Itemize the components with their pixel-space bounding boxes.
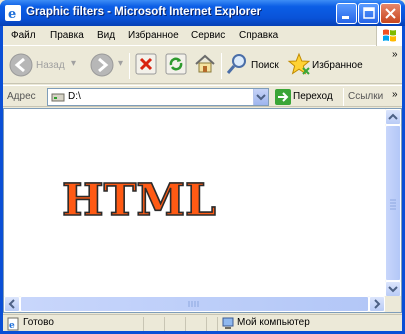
close-icon	[385, 8, 396, 19]
address-label: Адрес	[7, 91, 36, 102]
search-icon[interactable]	[225, 52, 249, 76]
menu-favorites[interactable]: Избранное	[128, 30, 179, 41]
html-heading: HTML	[61, 177, 217, 223]
chevron-right-icon	[374, 299, 381, 309]
address-dropdown-button[interactable]	[253, 89, 268, 105]
status-cell	[164, 317, 184, 331]
menu-help[interactable]: Справка	[239, 30, 278, 41]
scrollbar-corner	[385, 296, 401, 312]
internet-explorer-icon: e	[5, 5, 21, 21]
address-value[interactable]: D:\	[68, 91, 81, 102]
close-button[interactable]	[380, 3, 401, 24]
toolbar-separator	[221, 53, 222, 79]
window-title: Graphic filters - Microsoft Internet Exp…	[26, 6, 262, 18]
vertical-scroll-thumb[interactable]	[385, 125, 401, 281]
address-input[interactable]: D:\	[47, 88, 269, 106]
back-icon[interactable]	[8, 52, 34, 78]
maximize-icon	[363, 7, 375, 19]
grip-icon	[188, 301, 199, 307]
page-done-icon: e	[7, 317, 19, 331]
forward-icon[interactable]	[89, 52, 115, 78]
links-toolbar[interactable]: Ссылки	[348, 91, 383, 102]
forward-dropdown-icon[interactable]: ▾	[118, 58, 123, 69]
minimize-icon	[342, 16, 349, 19]
menu-view[interactable]: Вид	[97, 30, 115, 41]
back-button-label[interactable]: Назад	[36, 60, 65, 71]
chevron-left-icon	[8, 299, 15, 309]
stop-icon[interactable]	[134, 52, 158, 76]
title-bar[interactable]: e Graphic filters - Microsoft Internet E…	[0, 0, 405, 26]
svg-text:e: e	[9, 321, 15, 331]
go-arrow-icon[interactable]	[275, 89, 291, 105]
address-bar: Адрес D:\ Переход Ссылки »	[3, 85, 402, 107]
horizontal-scroll-thumb[interactable]	[20, 296, 369, 312]
status-cell	[185, 317, 205, 331]
maximize-button[interactable]	[358, 3, 379, 24]
scroll-up-button[interactable]	[385, 109, 401, 125]
home-icon[interactable]	[193, 52, 217, 76]
grip-icon	[390, 199, 396, 210]
favorites-button-label[interactable]: Избранное	[312, 60, 363, 71]
links-overflow-chevron-icon[interactable]: »	[392, 89, 398, 100]
addressbar-separator	[343, 88, 344, 106]
refresh-icon[interactable]	[164, 52, 188, 76]
go-button[interactable]: Переход	[293, 91, 333, 102]
scroll-down-button[interactable]	[385, 281, 401, 297]
html-heading-text: HTML	[62, 177, 216, 223]
chevron-down-icon	[256, 94, 266, 101]
windows-logo	[376, 26, 402, 46]
menu-tools[interactable]: Сервис	[191, 30, 225, 41]
menu-bar: Файл Правка Вид Избранное Сервис Справка	[3, 26, 402, 46]
svg-text:e: e	[8, 7, 16, 21]
standard-toolbar: Назад ▾ ▾ Поиск Избранное »	[3, 47, 402, 84]
toolbar-separator	[129, 53, 130, 79]
back-dropdown-icon[interactable]: ▾	[71, 58, 76, 69]
windows-flag-icon	[383, 29, 396, 42]
window-client: Файл Правка Вид Избранное Сервис Справка…	[3, 26, 402, 331]
search-button-label[interactable]: Поиск	[251, 60, 279, 71]
status-bar: e Готово Мой компьютер	[3, 314, 402, 331]
page-content: HTML	[3, 108, 402, 313]
my-computer-icon	[222, 317, 234, 329]
status-cell	[143, 317, 163, 331]
horizontal-scrollbar[interactable]	[4, 296, 385, 312]
security-zone-cell: Мой компьютер	[217, 317, 402, 331]
browser-window: e Graphic filters - Microsoft Internet E…	[0, 0, 405, 334]
favorites-star-icon[interactable]	[287, 52, 311, 76]
minimize-button[interactable]	[336, 3, 357, 24]
menu-file[interactable]: Файл	[11, 30, 36, 41]
status-cell	[206, 317, 217, 331]
vertical-scrollbar[interactable]	[385, 109, 401, 297]
chevron-down-icon	[388, 286, 398, 293]
chevron-up-icon	[388, 113, 398, 120]
status-text: Готово	[23, 317, 54, 328]
security-zone-text: Мой компьютер	[237, 317, 310, 328]
menu-edit[interactable]: Правка	[50, 30, 84, 41]
scroll-left-button[interactable]	[4, 296, 20, 312]
drive-icon	[51, 93, 65, 102]
toolbar-overflow-chevron-icon[interactable]: »	[392, 49, 398, 60]
scroll-right-button[interactable]	[369, 296, 385, 312]
